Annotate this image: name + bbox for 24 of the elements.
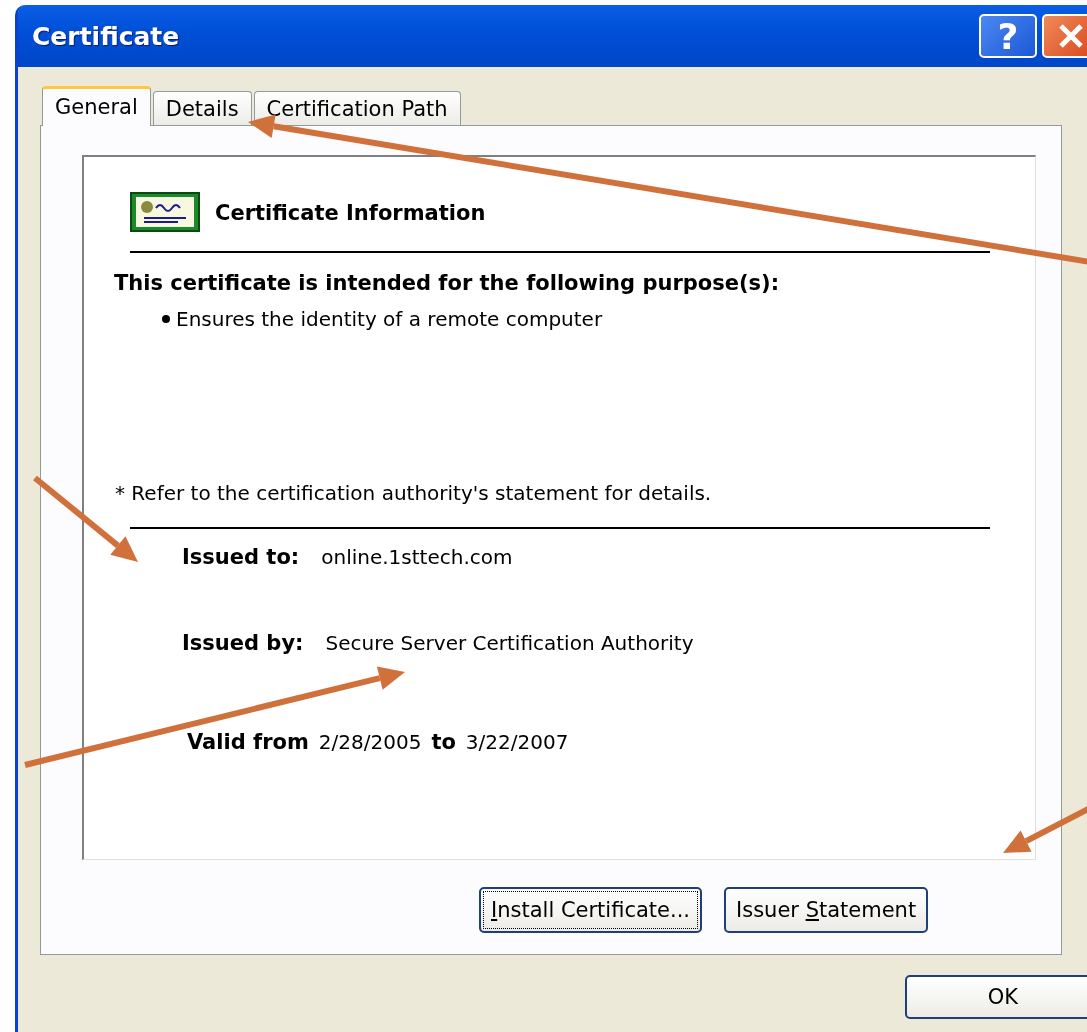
field-label: Issued to: [182, 545, 300, 569]
purpose-heading: This certificate is intended for the following purpose(s): [114, 271, 781, 295]
field-value: Secure Server Certification Authority [325, 631, 694, 655]
field-label: Valid from [187, 731, 309, 755]
field-label: to [431, 731, 456, 755]
close-button[interactable] [1042, 14, 1087, 58]
ok-button[interactable]: OK [905, 975, 1087, 1019]
certificate-icon [130, 192, 202, 234]
issuer-statement-button[interactable]: Issuer Statement [724, 887, 929, 933]
install-certificate-button[interactable]: Install Certificate... [479, 887, 702, 933]
field-label: Issued by: [182, 631, 304, 655]
field-value: 3/22/2007 [465, 731, 569, 753]
field-value: 2/28/2005 [318, 731, 422, 753]
close-icon [1058, 23, 1084, 49]
field-value: online.1sttech.com [321, 545, 513, 569]
tab[interactable]: Certification Path [253, 91, 461, 125]
tab[interactable]: General [42, 86, 151, 126]
purpose-item: Ensures the identity of a remote computer [176, 307, 603, 331]
section-heading: Certificate Information [215, 201, 486, 225]
tab[interactable]: Details [152, 91, 252, 125]
window-title: Certificate [32, 21, 181, 51]
note-text: * Refer to the certification authority's statement for details. [115, 481, 713, 505]
bullet-icon [162, 315, 170, 323]
help-button[interactable]: ? [979, 14, 1037, 58]
